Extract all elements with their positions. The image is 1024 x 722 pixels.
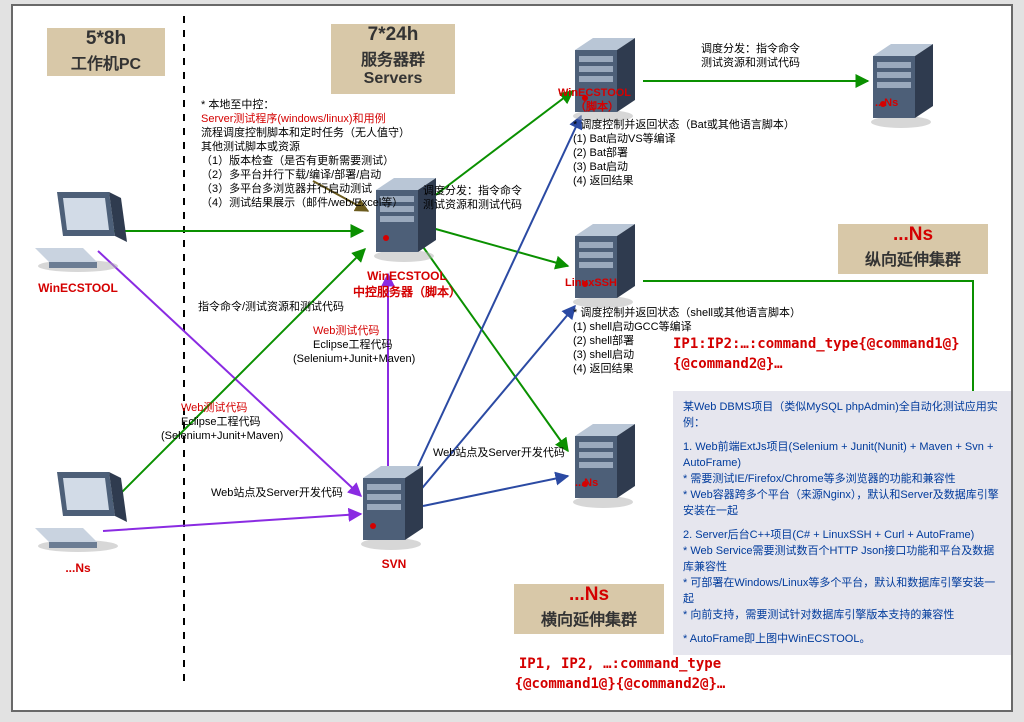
top-en: Servers: [331, 70, 455, 88]
central-l2: 中控服务器（脚本）: [353, 283, 461, 300]
note-box: 某Web DBMS项目（类似MySQL phpAdmin)全自动化测试应用实例：…: [673, 391, 1011, 655]
local-l1: 流程调度控制脚本和定时任务（无人值守）: [201, 126, 410, 140]
note-b3: * 可部署在Windows/Linux等多个平台，默认和数据库引擎安装一起: [683, 575, 1001, 607]
note-a2: * 需要测试IE/Firefox/Chrome等多浏览器的功能和兼容性: [683, 471, 1001, 487]
note-hd: 某Web DBMS项目（类似MySQL phpAdmin)全自动化测试应用实例：: [683, 399, 1001, 431]
desktop-icon: [23, 186, 133, 276]
right-ns: ...Ns: [838, 224, 988, 246]
server-icon: [565, 424, 647, 510]
cmd-line: 指令命令/测试资源和测试代码: [198, 300, 344, 314]
pc2-label: ...Ns: [23, 561, 133, 575]
server-icon: [565, 224, 647, 310]
right-top-label: ...Ns: [875, 96, 898, 110]
bottom-sub: 横向延伸集群: [514, 606, 664, 630]
pc1-label: WinECSTOOL: [23, 281, 133, 295]
top-server-l1: WinECSTOOL: [558, 86, 631, 100]
webtest1-hdr: Web测试代码: [313, 324, 379, 338]
pc1-node: WinECSTOOL: [23, 186, 133, 295]
local-red: Server测试程序(windows/linux)和用例: [201, 112, 386, 126]
webtest1-l1: Eclipse工程代码: [313, 338, 392, 352]
mid-list-l3: (3) shell启动: [573, 348, 634, 362]
top-server-node: [565, 38, 647, 129]
right-top-server-node: [863, 44, 945, 135]
local-hdr: * 本地至中控：: [201, 98, 274, 112]
mid-list-l2: (2) shell部署: [573, 334, 634, 348]
webtest2-l1: Eclipse工程代码: [181, 415, 260, 429]
webtest2-hdr: Web测试代码: [181, 401, 247, 415]
top-header-box: 7*24h 服务器群 Servers: [331, 24, 455, 94]
desktop-icon: [23, 466, 133, 556]
proto1-l2: {@command2@}…: [673, 356, 783, 372]
note-b4: * 向前支持，需要测试针对数据库引擎版本支持的兼容性: [683, 607, 1001, 623]
top-list-l3: (3) Bat启动: [573, 160, 628, 174]
mid-list-hdr: * 调度控制并返回状态（shell或其他语言脚本）: [573, 306, 801, 320]
local-l6: （4）测试结果展示（邮件/web/Excel等）: [201, 196, 403, 210]
svn-label: SVN: [353, 557, 435, 571]
server-icon: [863, 44, 945, 130]
top-cn: 服务器群: [331, 46, 455, 70]
proto2-l1: IP1, IP2, …:command_type: [455, 656, 785, 672]
bot-server-label: ...Ns: [575, 476, 598, 490]
dispatch2-l2: 测试资源和测试代码: [701, 56, 800, 70]
local-l2: 其他测试脚本或资源: [201, 140, 300, 154]
left-header-box: 5*8h 工作机PC: [47, 28, 165, 76]
top-hours: 7*24h: [331, 24, 455, 46]
dispatch2-l1: 调度分发：指令命令: [701, 42, 800, 56]
right-cluster-box: ...Ns 纵向延伸集群: [838, 224, 988, 274]
top-list-hdr: * 调度控制并返回状态（Bat或其他语言脚本）: [573, 118, 795, 132]
top-list-l1: (1) Bat启动VS等编译: [573, 132, 676, 146]
local-l3: （1）版本检查（是否有更新需要测试）: [201, 154, 394, 168]
webtest2-l2: (Selenium+Junit+Maven): [161, 429, 283, 443]
mid-list-l4: (4) 返回结果: [573, 362, 634, 376]
local-l5: （3）多平台多浏览器并行启动测试: [201, 182, 372, 196]
bot-server-node: [565, 424, 647, 515]
server-icon: [353, 466, 435, 552]
top-list-l4: (4) 返回结果: [573, 174, 634, 188]
svn-line-r: Web站点及Server开发代码: [433, 446, 565, 460]
mid-server-node: [565, 224, 647, 315]
webtest1-l2: (Selenium+Junit+Maven): [293, 352, 415, 366]
note-a3: * Web容器跨多个平台（来源Nginx），默认和Server及数据库引擎安装在…: [683, 487, 1001, 519]
dispatch-l2: 测试资源和测试代码: [423, 198, 522, 212]
note-b2: * Web Service需要测试数百个HTTP Json接口功能和平台及数据库…: [683, 543, 1001, 575]
central-l1: WinECSTOOL: [353, 269, 461, 283]
svn-node: SVN: [353, 466, 435, 571]
left-sub: 工作机PC: [47, 50, 165, 74]
mid-list-l1: (1) shell启动GCC等编译: [573, 320, 692, 334]
pc2-node: ...Ns: [23, 466, 133, 575]
left-hours: 5*8h: [47, 28, 165, 50]
mid-server-label: LinuxSSH: [565, 276, 617, 290]
top-list-l2: (2) Bat部署: [573, 146, 628, 160]
proto1-l1: IP1:IP2:…:command_type{@command1@}: [673, 336, 960, 352]
local-l4: （2）多平台并行下载/编译/部署/启动: [201, 168, 381, 182]
bottom-ns: ...Ns: [514, 584, 664, 606]
bottom-cluster-box: ...Ns 横向延伸集群: [514, 584, 664, 634]
top-server-l2: （脚本）: [575, 100, 619, 114]
right-sub: 纵向延伸集群: [838, 246, 988, 270]
dispatch-l1: 调度分发：指令命令: [423, 184, 522, 198]
note-b1: 2. Server后台C++项目(C# + LinuxSSH + Curl + …: [683, 527, 1001, 543]
proto2-l2: {@command1@}{@command2@}…: [455, 676, 785, 692]
note-a1: 1. Web前端ExtJs项目(Selenium + Junit(Nunit) …: [683, 439, 1001, 471]
note-f: * AutoFrame即上图中WinECSTOOL。: [683, 631, 1001, 647]
svn-line-l: Web站点及Server开发代码: [211, 486, 343, 500]
